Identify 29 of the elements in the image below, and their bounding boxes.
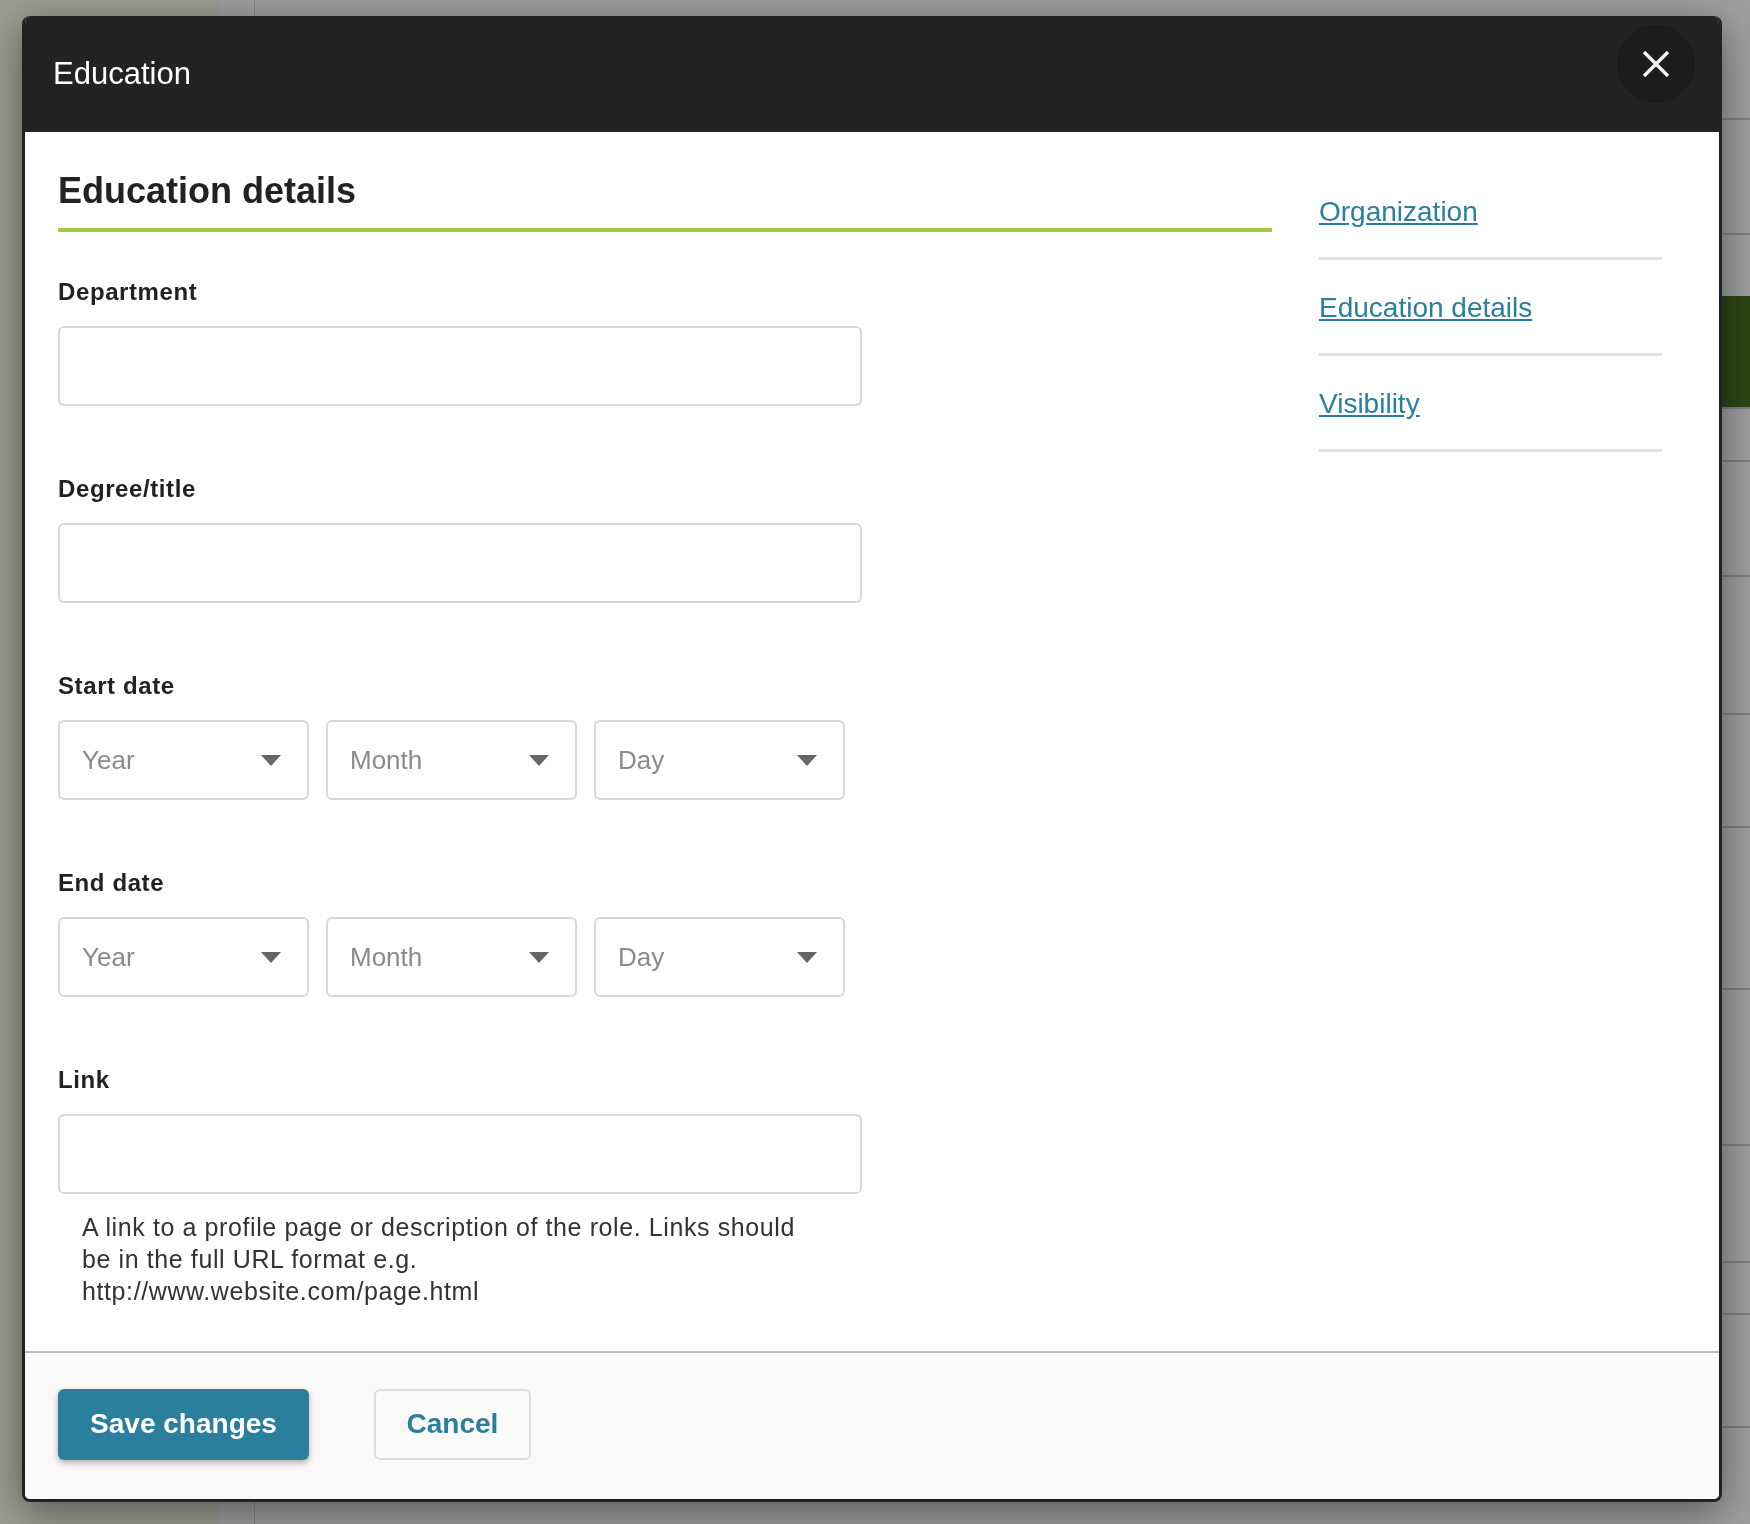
- dropdown[interactable]: Day: [594, 720, 845, 800]
- dropdown[interactable]: Month: [326, 917, 577, 997]
- field-label: Link: [58, 1066, 111, 1094]
- dropdown[interactable]: Month: [326, 720, 577, 800]
- caret-icon: [529, 951, 549, 963]
- save-button[interactable]: Save changes: [58, 1388, 309, 1460]
- dropdown[interactable]: Year: [58, 720, 309, 800]
- field-label: Degree/title: [58, 475, 197, 503]
- dropdown[interactable]: Year: [58, 917, 309, 997]
- cancel-button[interactable]: Cancel: [374, 1388, 531, 1460]
- caret-icon: [797, 754, 817, 766]
- help-text: A link to a profile page or description of the role. Links should be in the full URL format e.g. http://www.website.com/page.html: [82, 1212, 796, 1307]
- field-label: End date: [58, 869, 166, 897]
- section-heading: Education details: [58, 169, 358, 213]
- caret-icon: [261, 951, 281, 963]
- input-field[interactable]: [58, 523, 862, 603]
- caret-icon: [797, 951, 817, 963]
- input-field[interactable]: [58, 1114, 862, 1194]
- nav-link[interactable]: Education details: [1319, 292, 1533, 323]
- input-field[interactable]: [58, 326, 862, 406]
- nav-link[interactable]: Visibility: [1319, 388, 1420, 419]
- field-label: Start date: [58, 672, 176, 700]
- dialog-title: Education: [53, 56, 191, 92]
- dropdown[interactable]: Day: [594, 917, 845, 997]
- caret-icon: [529, 754, 549, 766]
- caret-icon: [261, 754, 281, 766]
- field-label: Department: [58, 278, 199, 306]
- close-icon: [1642, 50, 1670, 78]
- nav-link[interactable]: Organization: [1319, 196, 1478, 227]
